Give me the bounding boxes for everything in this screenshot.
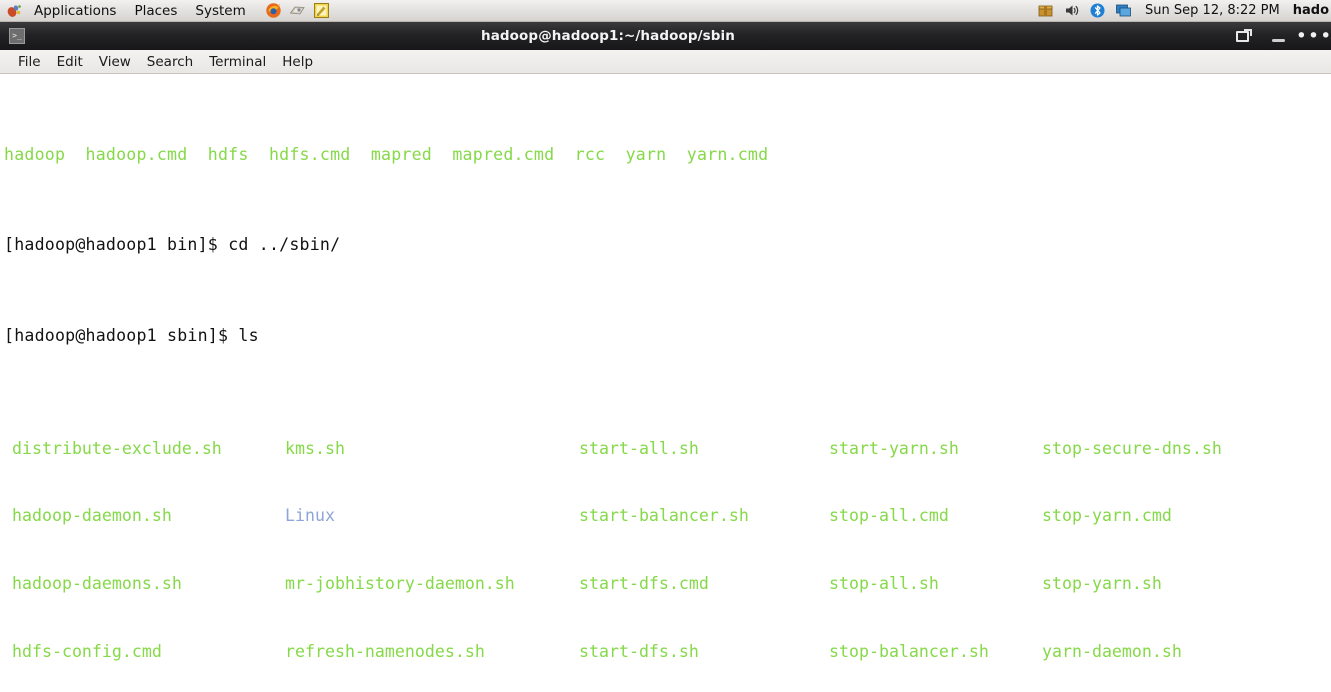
window-controls: ••• <box>1231 25 1331 47</box>
ls-cell: hadoop-daemon.sh <box>12 506 172 526</box>
restore-button[interactable] <box>1231 25 1253 47</box>
ls-cell: stop-yarn.sh <box>1042 574 1162 594</box>
ls-cell-directory: Linux <box>285 506 335 526</box>
menu-system[interactable]: System <box>186 1 254 21</box>
terminal-line-cd: [hadoop@hadoop1 bin]$ cd ../sbin/ <box>4 234 1331 257</box>
window-title: hadoop@hadoop1:~/hadoop/sbin <box>481 28 735 44</box>
menu-view[interactable]: View <box>91 52 139 72</box>
ls-cell: hdfs-config.cmd <box>12 641 162 661</box>
bin-listing-text: hadoop hadoop.cmd hdfs hdfs.cmd mapred m… <box>4 144 769 164</box>
menu-places[interactable]: Places <box>125 1 186 21</box>
ls-cell: stop-yarn.cmd <box>1042 506 1172 526</box>
ls-cell: stop-secure-dns.sh <box>1042 438 1222 458</box>
ls-cell: start-all.sh <box>579 438 699 458</box>
bluetooth-icon[interactable] <box>1089 2 1106 19</box>
ls-output-row: hdfs-config.cmd refresh-namenodes.sh sta… <box>4 641 1331 664</box>
ls-cell: refresh-namenodes.sh <box>285 641 485 661</box>
ls-cell: hadoop-daemons.sh <box>12 574 182 594</box>
ls-output-row: hadoop-daemon.sh Linux start-balancer.sh… <box>4 505 1331 528</box>
panel-clock[interactable]: Sun Sep 12, 8:22 PM <box>1141 3 1284 18</box>
ls-output-row: hadoop-daemons.sh mr-jobhistory-daemon.s… <box>4 573 1331 596</box>
ls-cell: start-balancer.sh <box>579 506 749 526</box>
gnome-foot-icon <box>6 2 23 19</box>
ls-cell: distribute-exclude.sh <box>12 438 222 458</box>
desktop-screen: Applications Places System Sun Sep 12, 8… <box>0 0 1331 692</box>
ls-cell: stop-all.cmd <box>829 506 949 526</box>
window-titlebar: >_ hadoop@hadoop1:~/hadoop/sbin ••• <box>0 22 1331 50</box>
terminal-menubar: File Edit View Search Terminal Help <box>0 50 1331 74</box>
prompt-sbin-1: [hadoop@hadoop1 sbin]$ <box>4 325 239 345</box>
panel-tray: Sun Sep 12, 8:22 PM hado <box>1037 2 1331 19</box>
ls-cell: kms.sh <box>285 438 345 458</box>
volume-icon[interactable] <box>1063 2 1080 19</box>
command-cd: cd ../sbin/ <box>228 235 341 255</box>
ls-cell: start-yarn.sh <box>829 438 959 458</box>
menu-applications[interactable]: Applications <box>25 1 125 21</box>
ls-cell: mr-jobhistory-daemon.sh <box>285 574 515 594</box>
ls-output-row: distribute-exclude.sh kms.sh start-all.s… <box>4 438 1331 461</box>
firefox-icon[interactable] <box>265 2 282 19</box>
ls-cell: stop-all.sh <box>829 574 939 594</box>
prompt-bin: [hadoop@hadoop1 bin]$ <box>4 235 229 255</box>
text-editor-icon[interactable] <box>313 2 330 19</box>
terminal-output[interactable]: hadoop hadoop.cmd hdfs hdfs.cmd mapred m… <box>0 74 1331 692</box>
panel-username[interactable]: hado <box>1293 3 1329 18</box>
menu-terminal[interactable]: Terminal <box>201 52 274 72</box>
panel-menu-group: Applications Places System <box>0 1 255 21</box>
help-icon[interactable] <box>289 2 306 19</box>
menu-help[interactable]: Help <box>274 52 321 72</box>
display-icon[interactable] <box>1115 2 1132 19</box>
gnome-top-panel: Applications Places System Sun Sep 12, 8… <box>0 0 1331 22</box>
minimize-button[interactable] <box>1267 25 1289 47</box>
ls-cell: yarn-daemon.sh <box>1042 641 1182 661</box>
menu-file[interactable]: File <box>10 52 49 72</box>
terminal-line-ls: [hadoop@hadoop1 sbin]$ ls <box>4 325 1331 348</box>
package-update-icon[interactable] <box>1037 2 1054 19</box>
command-ls: ls <box>238 325 259 345</box>
window-menu-overflow-button[interactable]: ••• <box>1296 25 1331 47</box>
menu-search[interactable]: Search <box>139 52 201 72</box>
ls-cell: start-dfs.sh <box>579 641 699 661</box>
ls-cell: start-dfs.cmd <box>579 574 709 594</box>
menu-edit[interactable]: Edit <box>49 52 91 72</box>
ls-cell: stop-balancer.sh <box>829 641 989 661</box>
terminal-line-bin-listing: hadoop hadoop.cmd hdfs hdfs.cmd mapred m… <box>4 144 1331 167</box>
panel-launchers <box>255 2 330 19</box>
